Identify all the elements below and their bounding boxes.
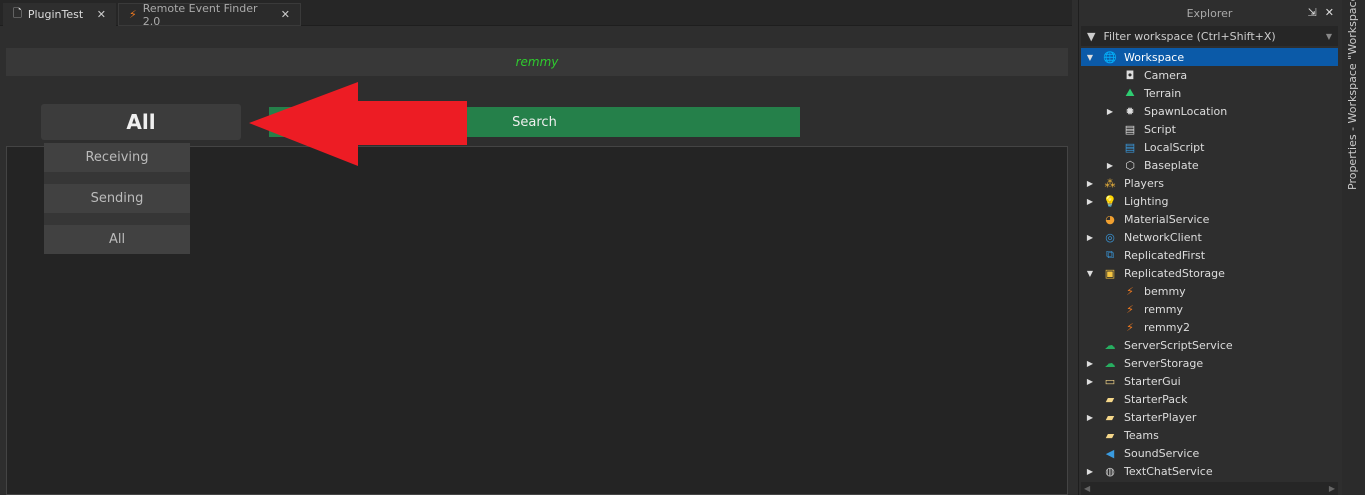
- option-all[interactable]: All: [44, 225, 190, 254]
- remote-event-icon: ⚡: [1126, 320, 1134, 334]
- tree-item-remmy[interactable]: ⚡ remmy: [1081, 300, 1338, 318]
- tree-item-label: SpawnLocation: [1144, 104, 1228, 118]
- replicated-storage-icon: ▣: [1104, 266, 1116, 280]
- properties-side-tab[interactable]: Properties - Workspace "Workspace": [1342, 0, 1365, 495]
- collapse-arrow-icon[interactable]: ▼: [1083, 269, 1097, 278]
- tree-item-remmy2[interactable]: ⚡ remmy2: [1081, 318, 1338, 336]
- explorer-panel: Explorer ⇲ ✕ ▼ Filter workspace (Ctrl+Shi…: [1078, 0, 1340, 495]
- tree-item-label: LocalScript: [1144, 140, 1205, 154]
- properties-tab-label: Properties - Workspace "Workspace": [1346, 0, 1359, 190]
- chevron-down-icon[interactable]: ▼: [1326, 32, 1332, 41]
- script-icon: ▤: [1124, 122, 1136, 136]
- tree-item-label: StarterPack: [1124, 392, 1188, 406]
- tree-item-label: Baseplate: [1144, 158, 1199, 172]
- tree-item-materialservice[interactable]: ◕ MaterialService: [1081, 210, 1338, 228]
- tree-item-label: ReplicatedStorage: [1124, 266, 1225, 280]
- expand-arrow-icon[interactable]: ▶: [1083, 179, 1097, 188]
- tree-item-label: Camera: [1144, 68, 1188, 82]
- tree-item-label: StarterGui: [1124, 374, 1181, 388]
- tree-item-label: MaterialService: [1124, 212, 1210, 226]
- tree-item-replicatedfirst[interactable]: ⧉ ReplicatedFirst: [1081, 246, 1338, 264]
- spawn-icon: ✹: [1125, 104, 1135, 118]
- tree-item-label: ReplicatedFirst: [1124, 248, 1206, 262]
- tree-item-spawnlocation[interactable]: ▶ ✹ SpawnLocation: [1081, 102, 1338, 120]
- red-arrow-annotation: [249, 82, 467, 166]
- tree-item-soundservice[interactable]: ◀ SoundService: [1081, 444, 1338, 462]
- tree-item-label: Players: [1124, 176, 1164, 190]
- tree-item-script[interactable]: ▤ Script: [1081, 120, 1338, 138]
- network-icon: ◎: [1105, 230, 1115, 244]
- tree-item-serverstorage[interactable]: ▶ ☁ ServerStorage: [1081, 354, 1338, 372]
- tree-item-bemmy[interactable]: ⚡ bemmy: [1081, 282, 1338, 300]
- camera-icon: ◘: [1125, 68, 1135, 82]
- tree-item-networkclient[interactable]: ▶ ◎ NetworkClient: [1081, 228, 1338, 246]
- tree-item-label: NetworkClient: [1124, 230, 1202, 244]
- expand-arrow-icon[interactable]: ▶: [1083, 359, 1097, 368]
- tree-item-label: remmy: [1144, 302, 1183, 316]
- expand-arrow-icon[interactable]: ▶: [1083, 377, 1097, 386]
- expand-arrow-icon[interactable]: ▶: [1103, 107, 1117, 116]
- tree-item-baseplate[interactable]: ▶ ⬡ Baseplate: [1081, 156, 1338, 174]
- tree-item-teams[interactable]: ▰ Teams: [1081, 426, 1338, 444]
- globe-icon: 🌐: [1103, 50, 1117, 64]
- tree-item-serverscriptservice[interactable]: ☁ ServerScriptService: [1081, 336, 1338, 354]
- chat-icon: ◍: [1105, 464, 1115, 478]
- tree-item-label: Teams: [1124, 428, 1159, 442]
- tree-item-starterplayer[interactable]: ▶ ▰ StarterPlayer: [1081, 408, 1338, 426]
- collapse-arrow-icon[interactable]: ▼: [1083, 53, 1097, 62]
- tree-item-label: ServerStorage: [1124, 356, 1204, 370]
- tree-item-label: StarterPlayer: [1124, 410, 1197, 424]
- tree-item-starterpack[interactable]: ▰ StarterPack: [1081, 390, 1338, 408]
- undock-icon[interactable]: ⇲: [1308, 6, 1317, 19]
- tree-item-terrain[interactable]: ⛰ Terrain: [1081, 84, 1338, 102]
- tree-item-label: ServerScriptService: [1124, 338, 1233, 352]
- tree-item-label: Terrain: [1144, 86, 1182, 100]
- remote-event-icon: ⚡: [1126, 284, 1134, 298]
- filter-placeholder: Filter workspace (Ctrl+Shift+X): [1103, 29, 1276, 43]
- part-icon: ⬡: [1125, 158, 1135, 172]
- tree-item-camera[interactable]: ◘ Camera: [1081, 66, 1338, 84]
- terrain-icon: ⛰: [1125, 86, 1135, 99]
- players-icon: ⁂: [1104, 176, 1116, 190]
- explorer-tree: ▼ 🌐 Workspace ◘ Camera ⛰ Terrain ▶ ✹ SpawnLocatio…: [1081, 48, 1338, 480]
- expand-arrow-icon[interactable]: ▶: [1083, 233, 1097, 242]
- tree-item-replicatedstorage[interactable]: ▼ ▣ ReplicatedStorage: [1081, 264, 1338, 282]
- tree-item-label: Script: [1144, 122, 1176, 136]
- option-sending[interactable]: Sending: [44, 184, 190, 213]
- close-icon[interactable]: ✕: [1325, 6, 1334, 19]
- expand-arrow-icon[interactable]: ▶: [1083, 467, 1097, 476]
- tree-item-label: SoundService: [1124, 446, 1200, 460]
- tree-item-label: Lighting: [1124, 194, 1169, 208]
- expand-arrow-icon[interactable]: ▶: [1083, 197, 1097, 206]
- expand-arrow-icon[interactable]: ▶: [1083, 413, 1097, 422]
- lightbulb-icon: 💡: [1103, 194, 1117, 208]
- tree-item-label: TextChatService: [1124, 464, 1213, 478]
- tree-item-startergui[interactable]: ▶ ▭ StarterGui: [1081, 372, 1338, 390]
- server-storage-icon: ☁: [1104, 356, 1116, 370]
- tree-item-localscript[interactable]: ▤ LocalScript: [1081, 138, 1338, 156]
- expand-arrow-icon[interactable]: ▶: [1103, 161, 1117, 170]
- starter-gui-icon: ▭: [1104, 374, 1116, 388]
- explorer-title: Explorer: [1186, 6, 1233, 20]
- tree-item-players[interactable]: ▶ ⁂ Players: [1081, 174, 1338, 192]
- filter-input[interactable]: ▼ Filter workspace (Ctrl+Shift+X) ▼: [1081, 26, 1338, 46]
- sound-icon: ◀: [1105, 446, 1115, 460]
- tree-item-label: remmy2: [1144, 320, 1190, 334]
- replicated-first-icon: ⧉: [1106, 248, 1114, 261]
- teams-icon: ▰: [1105, 428, 1115, 442]
- starter-pack-icon: ▰: [1105, 392, 1115, 406]
- tree-item-label: Workspace: [1124, 50, 1185, 64]
- server-script-service-icon: ☁: [1104, 338, 1116, 352]
- tree-item-workspace[interactable]: ▼ 🌐 Workspace: [1081, 48, 1338, 66]
- horizontal-scrollbar[interactable]: ◀ ▶: [1081, 482, 1338, 495]
- localscript-icon: ▤: [1124, 140, 1136, 154]
- starter-player-icon: ▰: [1105, 410, 1115, 424]
- tree-item-lighting[interactable]: ▶ 💡 Lighting: [1081, 192, 1338, 210]
- tree-item-textchatservice[interactable]: ▶ ◍ TextChatService: [1081, 462, 1338, 480]
- filter-icon: ▼: [1087, 29, 1096, 43]
- material-icon: ◕: [1105, 212, 1115, 226]
- remote-event-icon: ⚡: [1126, 302, 1134, 316]
- tree-item-label: bemmy: [1144, 284, 1186, 298]
- explorer-header: Explorer ⇲ ✕: [1079, 0, 1340, 26]
